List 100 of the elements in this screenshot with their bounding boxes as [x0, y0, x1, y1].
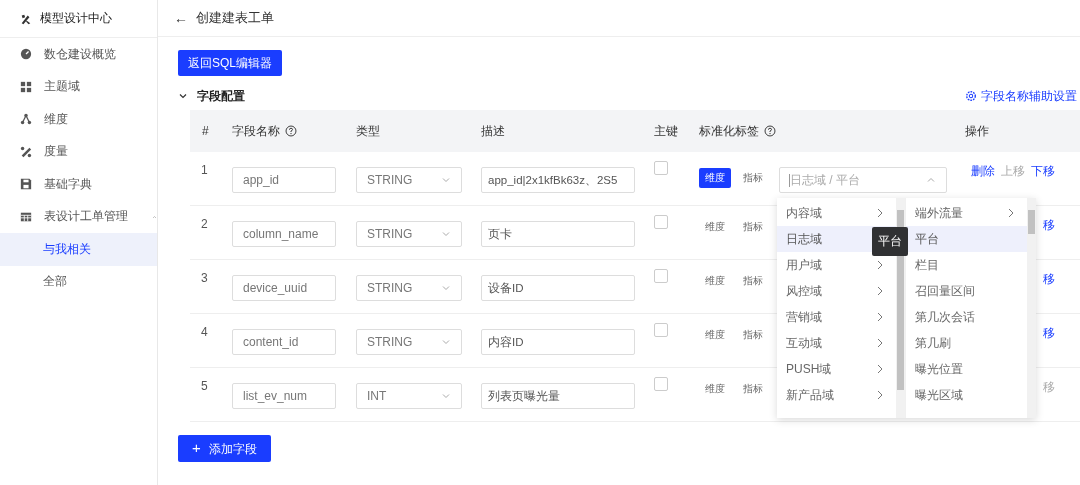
checkbox[interactable] — [654, 323, 668, 337]
description-input[interactable]: 列表页曝光量 — [481, 383, 635, 409]
caret-icon — [441, 283, 451, 293]
back-to-sql-button[interactable]: 返回SQL编辑器 — [178, 50, 282, 76]
sidebar-item[interactable]: 维度 — [0, 103, 157, 136]
menu-option[interactable]: 栏目 — [906, 252, 1027, 278]
checkbox[interactable] — [654, 269, 668, 283]
menu-option[interactable]: 互动域 — [777, 330, 896, 356]
menu-option[interactable]: 营销域 — [777, 304, 896, 330]
tag-option[interactable]: 指标 — [737, 217, 769, 237]
scrollbar[interactable] — [1027, 198, 1036, 418]
sidebar-item[interactable]: 数仓建设概览 — [0, 38, 157, 71]
hierarchy-icon — [20, 113, 32, 126]
description-input[interactable]: 页卡 — [481, 221, 635, 247]
column-header: 操作 — [965, 122, 989, 140]
menu-option[interactable]: 平台 — [906, 226, 1027, 252]
sidebar-subitem[interactable]: 全部 — [0, 265, 157, 298]
menu-option[interactable]: PUSH域 — [777, 356, 896, 382]
description-input[interactable]: 设备ID — [481, 275, 635, 301]
sidebar-item[interactable]: 表设计工单管理 — [0, 200, 157, 233]
row-action-link[interactable]: 移 — [1043, 271, 1055, 288]
tag-option[interactable]: 维度 — [699, 271, 731, 291]
menu-option[interactable]: 第几次会话 — [906, 304, 1027, 330]
caret-icon — [926, 175, 936, 185]
column-header: # — [202, 124, 209, 138]
row-action-link[interactable]: 移 — [1043, 217, 1055, 234]
gauge-icon — [20, 48, 32, 61]
column-header: 标准化标签 — [699, 122, 759, 140]
menu-option[interactable]: 新产品域 — [777, 382, 896, 408]
grid-icon — [20, 80, 32, 93]
caret-icon — [441, 175, 451, 185]
menu-option[interactable]: 内容域 — [777, 200, 896, 226]
field-name-input[interactable]: list_ev_num — [232, 383, 336, 409]
tag-option[interactable]: 维度 — [699, 379, 731, 399]
row-number: 4 — [200, 325, 208, 339]
tag-option[interactable]: 指标 — [737, 379, 769, 399]
add-field-button[interactable]: + 添加字段 — [178, 435, 271, 462]
row-number: 3 — [200, 271, 208, 285]
checkbox[interactable] — [654, 377, 668, 391]
description-input[interactable]: app_id|2x1kfBk63z、2S5 — [481, 167, 635, 193]
type-select[interactable]: STRING — [356, 329, 462, 355]
tag-option[interactable]: 指标 — [737, 168, 769, 188]
column-header: 主键 — [654, 122, 678, 140]
row-action-link[interactable]: 移 — [1043, 325, 1055, 342]
column-header: 字段名称 — [232, 122, 280, 140]
chevron-icon[interactable] — [178, 91, 188, 101]
description-input[interactable]: 内容ID — [481, 329, 635, 355]
field-name-input[interactable]: column_name — [232, 221, 336, 247]
save-icon — [20, 178, 32, 191]
ruler-icon — [20, 145, 32, 158]
caret-icon — [441, 337, 451, 347]
menu-option[interactable]: 曝光位置 — [906, 356, 1027, 382]
caret-icon — [441, 229, 451, 239]
row-action-link[interactable]: 删除 — [971, 163, 995, 180]
type-select[interactable]: STRING — [356, 221, 462, 247]
chevron-right-icon — [875, 259, 885, 271]
chevron-right-icon — [875, 337, 885, 349]
sidebar-item[interactable]: 主题域 — [0, 70, 157, 103]
field-name-input[interactable]: content_id — [232, 329, 336, 355]
menu-option[interactable]: 第几刷 — [906, 330, 1027, 356]
sidebar-subitem[interactable]: 与我相关 — [0, 233, 157, 266]
type-select[interactable]: STRING — [356, 167, 462, 193]
column-header: 类型 — [356, 122, 380, 140]
sidebar-item[interactable]: 基础字典 — [0, 168, 157, 201]
type-select[interactable]: STRING — [356, 275, 462, 301]
tag-option[interactable]: 维度 — [699, 325, 731, 345]
menu-option[interactable]: 曝光区域 — [906, 382, 1027, 408]
tag-option[interactable]: 维度 — [699, 168, 731, 188]
menu-option[interactable]: 风控域 — [777, 278, 896, 304]
chevron-right-icon — [875, 389, 885, 401]
row-action-link[interactable]: 下移 — [1031, 163, 1055, 180]
menu-option[interactable]: 端外流量 — [906, 200, 1027, 226]
row-number: 1 — [200, 163, 208, 177]
chevron-right-icon — [875, 285, 885, 297]
checkbox[interactable] — [654, 215, 668, 229]
field-name-input[interactable]: app_id — [232, 167, 336, 193]
menu-option[interactable]: 召回量区间 — [906, 278, 1027, 304]
column-header: 描述 — [481, 122, 505, 140]
tag-option[interactable]: 指标 — [737, 325, 769, 345]
tag-option[interactable]: 维度 — [699, 217, 731, 237]
type-select[interactable]: INT — [356, 383, 462, 409]
checkbox[interactable] — [654, 161, 668, 175]
assist-settings-link[interactable]: 字段名称辅助设置 — [981, 87, 1077, 105]
chevron-right-icon — [1006, 207, 1016, 219]
tag-option[interactable]: 指标 — [737, 271, 769, 291]
row-number: 2 — [200, 217, 208, 231]
row-number: 5 — [200, 379, 208, 393]
chevron-right-icon — [875, 311, 885, 323]
chevron-right-icon — [875, 363, 885, 375]
tooltip: 平台 — [872, 227, 908, 256]
page-title: 创建建表工单 — [196, 9, 274, 27]
chevron-right-icon — [875, 207, 885, 219]
back-arrow[interactable]: ← — [174, 10, 188, 26]
caret-icon — [441, 391, 451, 401]
sidebar-title: 模型设计中心 — [40, 10, 112, 27]
tools-icon — [20, 12, 32, 25]
field-name-input[interactable]: device_uuid — [232, 275, 336, 301]
section-title: 字段配置 — [197, 87, 245, 105]
table-icon — [20, 210, 32, 223]
sidebar-item[interactable]: 度量 — [0, 135, 157, 168]
